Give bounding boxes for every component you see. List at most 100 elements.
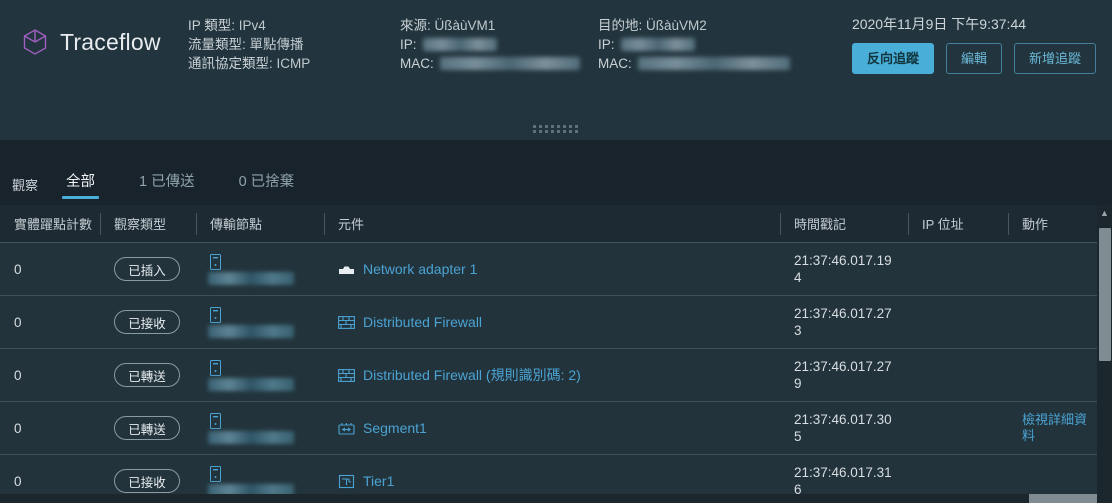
- host-icon: [210, 253, 221, 270]
- firewall-icon: [338, 368, 355, 383]
- cell-transport-node: [196, 412, 324, 444]
- info-row: MAC:: [598, 54, 798, 73]
- cell-hops: 0: [14, 367, 22, 383]
- host-icon: [210, 306, 221, 323]
- column-header-ip[interactable]: IP 位址: [908, 211, 1008, 237]
- info-label: 目的地:: [598, 18, 643, 33]
- tab-delivered[interactable]: 1 已傳送: [117, 170, 217, 205]
- status-badge: 已接收: [114, 469, 180, 493]
- vertical-scrollbar-thumb[interactable]: [1099, 228, 1111, 361]
- brand: Traceflow: [0, 0, 182, 56]
- scroll-up-arrow-icon[interactable]: ▲: [1097, 205, 1112, 221]
- table-row[interactable]: 0 已接收: [0, 296, 1112, 349]
- edit-button[interactable]: 編輯: [945, 43, 1002, 74]
- info-row: 目的地: ÜßàùVM2: [598, 16, 798, 35]
- timestamp-value: 21:37:46.017.305: [794, 412, 892, 444]
- tier1-router-icon: [338, 474, 355, 489]
- horizontal-scrollbar-thumb[interactable]: [1029, 494, 1097, 503]
- cell-component: Tier1: [324, 473, 780, 489]
- info-value: ICMP: [276, 56, 311, 71]
- segment-icon: [338, 421, 355, 436]
- timestamp-value: 21:37:46.017.273: [794, 306, 892, 338]
- header-actions: 2020年11月9日 下午9:37:44 反向追蹤 編輯 新增追蹤: [851, 14, 1096, 74]
- cell-timestamp: 21:37:46.017.279: [780, 358, 908, 392]
- cube-icon: [22, 28, 48, 56]
- info-label: 流量類型:: [188, 37, 246, 52]
- info-value: 單點傳播: [249, 37, 304, 52]
- grip-dots-icon: [533, 125, 579, 133]
- cell-type: 已轉送: [100, 416, 196, 440]
- observations-tabbar: 觀察 全部 1 已傳送 0 已捨棄: [0, 140, 1112, 205]
- status-badge: 已插入: [114, 257, 180, 281]
- info-column-source: 來源: ÜßàùVM1 IP: MAC:: [400, 0, 580, 73]
- cell-component: Segment1: [324, 420, 780, 436]
- trace-timestamp: 2020年11月9日 下午9:37:44: [851, 16, 1027, 32]
- tab-dropped[interactable]: 0 已捨棄: [217, 170, 317, 205]
- view-details-link[interactable]: 檢視詳細資料: [1022, 412, 1094, 444]
- component-link[interactable]: Tier1: [363, 473, 394, 489]
- info-value: IPv4: [238, 18, 266, 33]
- redacted-mac-value: [637, 57, 790, 70]
- cell-type: 已轉送: [100, 363, 196, 387]
- cell-timestamp: 21:37:46.017.194: [780, 252, 908, 286]
- info-row: IP:: [400, 35, 580, 54]
- table-row[interactable]: 0 已轉送: [0, 349, 1112, 402]
- column-header-hops[interactable]: 實體躍點計數: [0, 211, 100, 237]
- cell-transport-node: [196, 465, 324, 497]
- new-traceflow-button[interactable]: 新增追蹤: [1013, 43, 1096, 74]
- info-row: 通訊協定類型: ICMP: [188, 54, 378, 73]
- component-link[interactable]: Network adapter 1: [363, 261, 477, 277]
- info-label: IP:: [598, 37, 615, 52]
- reverse-traceflow-button[interactable]: 反向追蹤: [851, 43, 934, 74]
- horizontal-scrollbar[interactable]: [0, 494, 1097, 503]
- info-row: IP:: [598, 35, 798, 54]
- cell-hops: 0: [14, 314, 22, 330]
- network-adapter-icon: [338, 262, 355, 277]
- table-header-row: 實體躍點計數 觀察類型 傳輸節點 元件 時間戳記 IP 位址 動作: [0, 205, 1112, 243]
- component-link[interactable]: Segment1: [363, 420, 427, 436]
- column-header-timestamp[interactable]: 時間戳記: [780, 211, 908, 237]
- component-link[interactable]: Distributed Firewall: [363, 314, 482, 330]
- status-badge: 已轉送: [114, 416, 180, 440]
- status-badge: 已轉送: [114, 363, 180, 387]
- cell-component: Distributed Firewall: [324, 314, 780, 330]
- table-row[interactable]: 0 已轉送: [0, 402, 1112, 455]
- cell-component: Network adapter 1: [324, 261, 780, 277]
- observations-table: 實體躍點計數 觀察類型 傳輸節點 元件 時間戳記 IP 位址 動作 0 已插入: [0, 205, 1112, 503]
- cell-type: 已接收: [100, 310, 196, 334]
- info-label: 來源:: [400, 18, 431, 33]
- redacted-node-name: [208, 271, 294, 285]
- redacted-mac-value: [439, 57, 580, 70]
- redacted-node-name: [208, 430, 294, 444]
- info-value: ÜßàùVM2: [646, 18, 707, 33]
- tab-all[interactable]: 全部: [44, 170, 117, 205]
- host-icon: [210, 465, 221, 482]
- vertical-scrollbar[interactable]: ▲: [1097, 205, 1112, 503]
- column-header-type[interactable]: 觀察類型: [100, 211, 196, 237]
- cell-hops: 0: [14, 420, 22, 436]
- cell-type: 已插入: [100, 257, 196, 281]
- cell-timestamp: 21:37:46.017.305: [780, 411, 908, 445]
- cell-timestamp: 21:37:46.017.273: [780, 305, 908, 339]
- info-label: 通訊協定類型:: [188, 56, 273, 71]
- action-button-row: 反向追蹤 編輯 新增追蹤: [851, 43, 1096, 74]
- info-row: 來源: ÜßàùVM1: [400, 16, 580, 35]
- info-row: IP 類型: IPv4: [188, 16, 378, 35]
- column-header-node[interactable]: 傳輸節點: [196, 211, 324, 237]
- timestamp-value: 21:37:46.017.279: [794, 359, 892, 391]
- tabbar-group-label: 觀察: [12, 178, 39, 193]
- column-header-component[interactable]: 元件: [324, 211, 780, 237]
- info-label: MAC:: [598, 56, 632, 71]
- info-label: IP 類型:: [188, 18, 236, 33]
- redacted-node-name: [208, 324, 294, 338]
- component-link[interactable]: Distributed Firewall (規則識別碼: 2): [363, 365, 581, 385]
- timestamp-value: 21:37:46.017.316: [794, 465, 892, 497]
- page-header: Traceflow IP 類型: IPv4 流量類型: 單點傳播 通訊協定類型:…: [0, 0, 1112, 118]
- firewall-icon: [338, 315, 355, 330]
- cell-component: Distributed Firewall (規則識別碼: 2): [324, 365, 780, 385]
- host-icon: [210, 359, 221, 376]
- panel-resize-handle[interactable]: [0, 118, 1112, 140]
- cell-type: 已接收: [100, 469, 196, 493]
- table-row[interactable]: 0 已插入 Network adapter 1 21:37:46.017.194: [0, 243, 1112, 296]
- info-row: MAC:: [400, 54, 580, 73]
